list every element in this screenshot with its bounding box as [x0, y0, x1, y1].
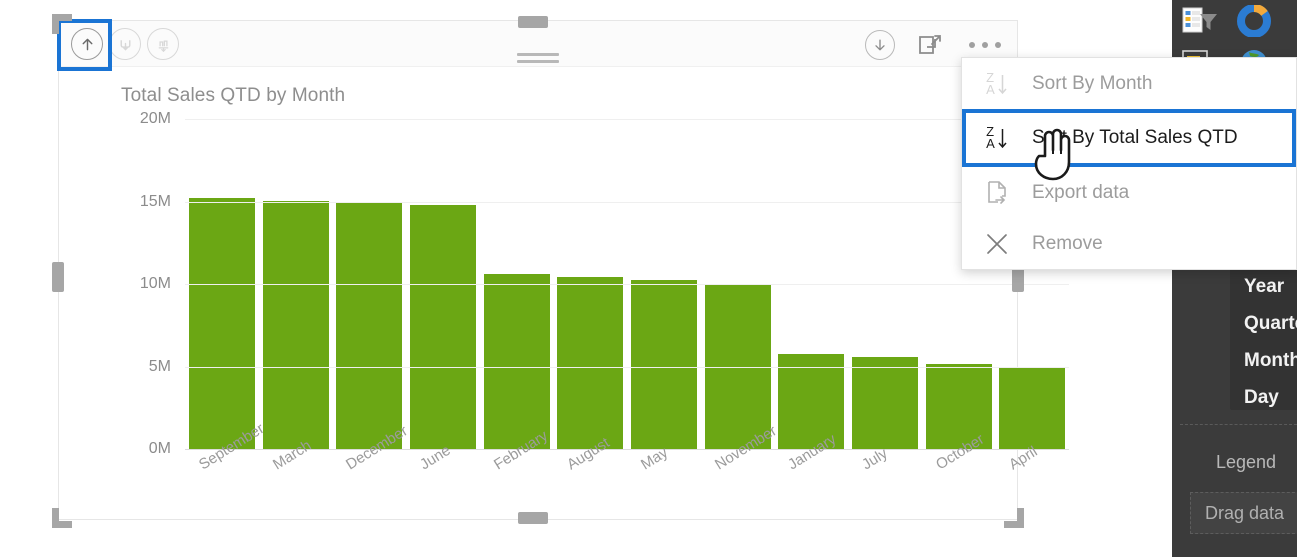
donut-chart-icon[interactable] — [1232, 4, 1276, 38]
x-axis-tick: July — [848, 445, 922, 515]
sort-za-icon: ZA — [984, 124, 1010, 152]
sort-alternate-icon[interactable] — [109, 28, 141, 60]
y-axis-tick-label: 10M — [139, 275, 171, 292]
x-axis-tick: January — [774, 431, 848, 515]
x-axis-tick: April — [995, 443, 1069, 515]
menu-item-sort-by-month[interactable]: ZA Sort By Month — [962, 58, 1296, 109]
power-bi-report-canvas: Total Sales QTD by Month 0M 5M 10M 15M 20M S… — [0, 0, 1297, 557]
x-axis-tick: November — [701, 422, 780, 515]
resize-handle-top[interactable] — [518, 16, 548, 28]
drill-down-icon[interactable] — [865, 30, 895, 60]
bar[interactable] — [851, 356, 918, 449]
menu-item-label: Remove — [1032, 232, 1103, 254]
field-well-divider — [1180, 424, 1297, 425]
sort-za-icon: ZA — [984, 70, 1010, 98]
mouse-cursor-hand-icon — [1032, 126, 1076, 182]
visual-context-menu[interactable]: ZA Sort By Month ZA Sort By Total Sales … — [961, 57, 1297, 270]
gridline — [185, 284, 1069, 285]
sort-axis-icon[interactable] — [147, 28, 179, 60]
x-axis-tick: August — [553, 434, 627, 515]
bar[interactable] — [483, 274, 550, 449]
x-axis-tick: June — [406, 442, 480, 515]
x-axis-tick: September — [185, 420, 267, 515]
export-data-icon — [984, 179, 1010, 207]
y-axis-tick-label: 0M — [148, 440, 171, 457]
menu-item-sort-by-total-sales-qtd[interactable]: ZA Sort By Total Sales QTD — [962, 109, 1296, 167]
bar[interactable] — [630, 279, 697, 449]
close-x-icon — [984, 230, 1010, 258]
menu-item-label: Export data — [1032, 181, 1130, 203]
x-axis-tick: May — [627, 444, 701, 515]
chart-plot-area: 0M 5M 10M 15M 20M — [119, 110, 1069, 467]
date-hierarchy-tooltip: Year Quarter Month Day — [1230, 262, 1297, 410]
gridline — [185, 366, 1069, 368]
visual-drag-grip[interactable] — [517, 53, 559, 67]
x-axis-tick: March — [259, 437, 333, 515]
y-axis-tick-label: 5M — [148, 357, 171, 375]
x-axis-tick: December — [332, 422, 411, 515]
menu-item-label: Sort By Month — [1032, 72, 1153, 94]
plot-gridlines — [185, 119, 1069, 450]
bar[interactable] — [262, 200, 329, 449]
more-options-icon[interactable] — [967, 42, 1003, 48]
legend-well-label: Legend — [1216, 452, 1277, 472]
gridline — [185, 201, 1069, 203]
menu-item-remove[interactable]: Remove — [962, 218, 1296, 269]
sort-ascending-highlight-box — [57, 19, 112, 71]
x-axis-tick: October — [922, 431, 996, 515]
bar[interactable] — [336, 203, 403, 449]
y-axis-tick-label: 20M — [139, 110, 171, 127]
bar[interactable] — [188, 198, 255, 449]
bar[interactable] — [999, 366, 1066, 449]
y-axis-tick-label: 15M — [139, 192, 171, 210]
focus-mode-icon[interactable] — [917, 32, 945, 58]
resize-handle-left[interactable] — [52, 262, 64, 292]
resize-handle-bottom[interactable] — [518, 512, 548, 524]
visual-actions-group[interactable] — [865, 30, 1003, 60]
x-axis-tick: February — [480, 427, 554, 515]
gridline — [185, 119, 1069, 120]
hierarchy-item-day: Day — [1244, 387, 1279, 408]
hierarchy-item-quarter: Quarter — [1244, 313, 1297, 334]
menu-item-export-data[interactable]: Export data — [962, 167, 1296, 218]
hierarchy-item-year: Year — [1244, 276, 1285, 297]
chart-title: Total Sales QTD by Month — [121, 85, 346, 106]
x-axis-labels: September March December June February August… — [185, 420, 1069, 515]
bar[interactable] — [778, 354, 845, 449]
y-axis: 0M 5M 10M 15M 20M — [119, 110, 177, 457]
table-filter-icon[interactable] — [1178, 4, 1222, 38]
gridline — [185, 449, 1069, 450]
bar[interactable] — [409, 204, 476, 449]
bar[interactable] — [557, 277, 624, 449]
legend-drop-zone[interactable]: Drag data — [1190, 492, 1297, 534]
bar-chart-visual[interactable]: Total Sales QTD by Month 0M 5M 10M 15M 20M S… — [58, 20, 1069, 520]
hierarchy-item-month: Month — [1244, 350, 1297, 371]
